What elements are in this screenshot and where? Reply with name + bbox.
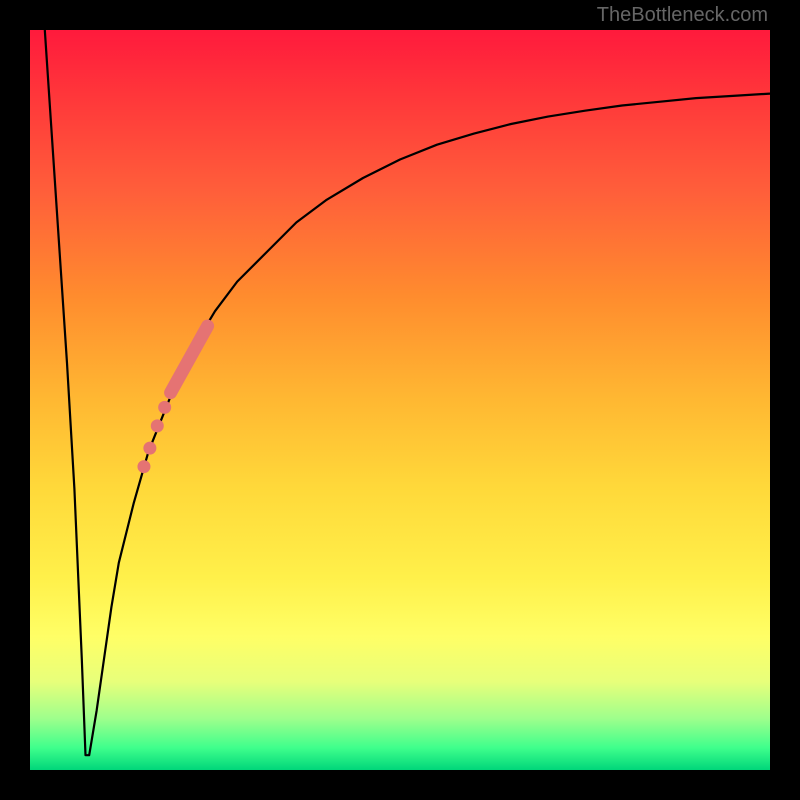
dot-3 <box>143 442 156 455</box>
dot-1 <box>158 401 171 414</box>
watermark-text: TheBottleneck.com <box>597 4 768 27</box>
highlight-segment <box>171 326 208 393</box>
dot-2 <box>151 419 164 432</box>
chart-frame: TheBottleneck.com <box>0 0 800 800</box>
marker-layer <box>137 326 207 473</box>
plot-area <box>30 30 770 770</box>
dot-4 <box>137 460 150 473</box>
curve-layer <box>45 30 770 755</box>
chart-svg <box>30 30 770 770</box>
bottleneck-curve <box>45 30 770 755</box>
